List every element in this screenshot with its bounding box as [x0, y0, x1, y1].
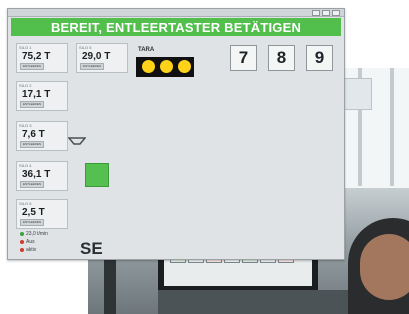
- silo-tag: ENTLEEREN: [20, 181, 44, 188]
- silo-tile[interactable]: SILO 1 75,2 T ENTLEEREN: [16, 43, 68, 73]
- window-bar: [390, 68, 394, 186]
- numpad-key-8[interactable]: 8: [268, 45, 295, 71]
- silo-id: SILO 1: [19, 45, 32, 50]
- lamp-icon: [178, 60, 191, 73]
- silo-tile[interactable]: SILO 3 7,6 T ENTLEEREN: [16, 121, 68, 151]
- legend-row: 23,0 t/min: [20, 231, 48, 237]
- chute-icon: [68, 137, 86, 145]
- window-titlebar: [8, 9, 344, 17]
- cup: [104, 258, 116, 314]
- lamp-icon: [160, 60, 173, 73]
- status-dot-icon: [20, 232, 24, 236]
- silo-weight: 36,1 T: [22, 169, 51, 180]
- control-console: [158, 290, 358, 314]
- silo-weight: 75,2 T: [22, 51, 51, 62]
- numpad-key-9[interactable]: 9: [306, 45, 333, 71]
- legend-row: Aus: [20, 239, 35, 245]
- minimize-icon[interactable]: [312, 9, 320, 16]
- silo-tile[interactable]: SILO 6 2,5 T ENTLEEREN: [16, 199, 68, 229]
- silo-weight: 7,6 T: [22, 129, 45, 140]
- silo-weight: 17,1 T: [22, 89, 51, 100]
- legend-text: aktiv: [26, 247, 37, 253]
- legend-row: aktiv: [20, 247, 36, 253]
- maximize-icon[interactable]: [322, 9, 330, 16]
- hmi-panel: BEREIT, ENTLEERTASTER BETÄTIGEN SILO 1 7…: [7, 8, 345, 260]
- silo-tag: ENTLEEREN: [20, 219, 44, 226]
- tara-label: TARA: [138, 47, 155, 53]
- silo-weight: 2,5 T: [22, 207, 45, 218]
- silo-tile[interactable]: SILO 4 36,1 T ENTLEEREN: [16, 161, 68, 191]
- tara-lamp-strip: [136, 57, 194, 77]
- silo-tag: ENTLEEREN: [20, 141, 44, 148]
- silo-id: SILO 3: [19, 123, 32, 128]
- silo-id: SILO 2: [19, 83, 32, 88]
- status-dot-icon: [20, 248, 24, 252]
- operator-face: [360, 234, 409, 300]
- silo-tile[interactable]: SILO 2 17,1 T ENTLEEREN: [16, 81, 68, 111]
- legend-text: Aus: [26, 239, 35, 245]
- silo-weight: 29,0 T: [82, 51, 111, 62]
- silo-id: SILO 4: [19, 163, 32, 168]
- legend-text: 23,0 t/min: [26, 231, 48, 237]
- status-text-se: SE: [80, 239, 103, 258]
- silo-id: SILO 6: [19, 201, 32, 206]
- lamp-icon: [142, 60, 155, 73]
- tara-indicator: TARA: [136, 47, 196, 77]
- silo-tag: ENTLEEREN: [20, 101, 44, 108]
- silo-id: SILO 5: [79, 45, 92, 50]
- silo-tag: ENTLEEREN: [20, 63, 44, 70]
- status-dot-icon: [20, 240, 24, 244]
- close-icon[interactable]: [332, 9, 340, 16]
- silo-tag: ENTLEEREN: [80, 63, 104, 70]
- silo-tile[interactable]: SILO 5 29,0 T ENTLEEREN: [76, 43, 128, 73]
- numpad-key-7[interactable]: 7: [230, 45, 257, 71]
- status-banner: BEREIT, ENTLEERTASTER BETÄTIGEN: [11, 18, 341, 36]
- discharge-button[interactable]: [85, 163, 109, 187]
